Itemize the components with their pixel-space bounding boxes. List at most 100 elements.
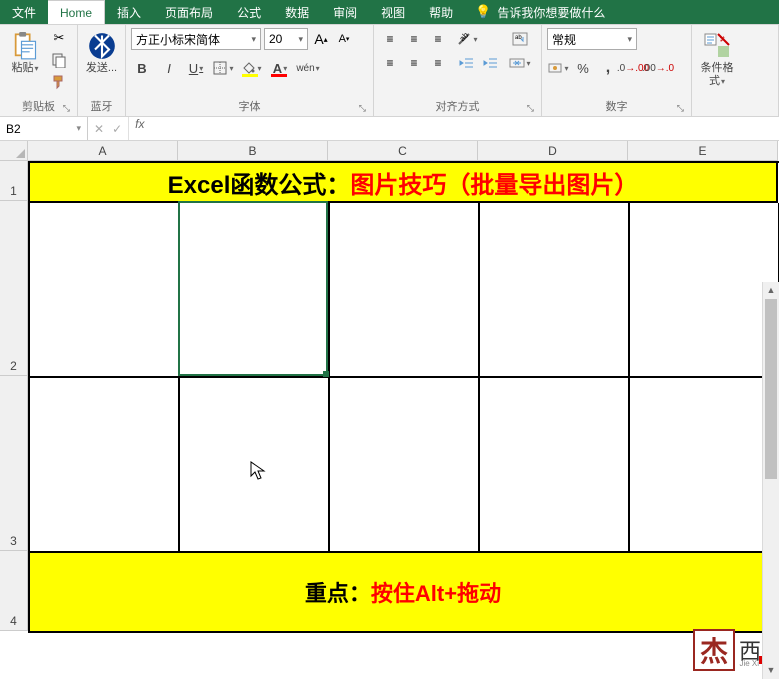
- row-header[interactable]: 2: [0, 201, 28, 376]
- tab-help[interactable]: 帮助: [417, 0, 465, 24]
- cell[interactable]: [480, 203, 630, 378]
- font-launcher[interactable]: ⤡: [359, 103, 366, 114]
- align-left-button[interactable]: ≡: [379, 52, 401, 74]
- cells-area[interactable]: Excel函数公式：图片技巧（批量导出图片） 重点：按住Alt+拖动: [28, 161, 779, 633]
- tab-review[interactable]: 审阅: [321, 0, 369, 24]
- select-all-corner[interactable]: [0, 141, 28, 161]
- cell[interactable]: [180, 378, 330, 553]
- percent-button[interactable]: %: [572, 57, 594, 79]
- scissors-icon: ✂: [54, 30, 65, 46]
- wrap-text-button[interactable]: ab: [509, 28, 531, 50]
- scroll-down-button[interactable]: ▼: [763, 662, 779, 679]
- vertical-scrollbar[interactable]: ▲ ▼: [762, 282, 779, 679]
- title-cell[interactable]: Excel函数公式：图片技巧（批量导出图片）: [28, 163, 778, 203]
- align-right-button[interactable]: ≡: [427, 52, 449, 74]
- ribbon: 粘贴 ✂ 剪贴板⤡ 发送... 蓝牙: [0, 25, 779, 117]
- cut-button[interactable]: ✂: [48, 28, 70, 48]
- number-format-select[interactable]: 常规▾: [547, 28, 637, 50]
- increase-decimal-button[interactable]: .0→.00: [622, 57, 644, 79]
- currency-button[interactable]: [547, 57, 569, 79]
- conditional-format-icon: ≠: [703, 30, 731, 62]
- format-painter-button[interactable]: [48, 72, 70, 92]
- font-name-select[interactable]: 方正小标宋简体▾: [131, 28, 261, 50]
- phonetic-button[interactable]: wén: [297, 57, 319, 79]
- tab-home[interactable]: Home: [48, 0, 105, 24]
- tab-layout[interactable]: 页面布局: [153, 0, 225, 24]
- decrease-font-button[interactable]: A▾: [334, 28, 354, 50]
- comma-button[interactable]: ,: [597, 57, 619, 79]
- border-button[interactable]: [212, 57, 234, 79]
- fx-button[interactable]: fx: [129, 117, 150, 140]
- bold-button[interactable]: B: [131, 57, 153, 79]
- currency-icon: [547, 60, 563, 76]
- tell-me-search[interactable]: 💡 告诉我你想要做什么: [465, 0, 779, 24]
- scroll-thumb[interactable]: [765, 299, 777, 479]
- row-header[interactable]: 3: [0, 376, 28, 551]
- watermark-sub: Jie Xi: [739, 659, 759, 668]
- fill-color-button[interactable]: [239, 57, 263, 79]
- group-font: 方正小标宋简体▾ 20▾ A▴ A▾ B I U: [126, 25, 374, 116]
- chevron-down-icon: ▾: [251, 34, 256, 45]
- chevron-down-icon: ▾: [627, 34, 632, 45]
- column-header[interactable]: B: [178, 141, 328, 161]
- row-header[interactable]: 1: [0, 161, 28, 201]
- clipboard-launcher[interactable]: ⤡: [63, 103, 70, 114]
- tab-data[interactable]: 数据: [273, 0, 321, 24]
- increase-font-button[interactable]: A▴: [311, 28, 331, 50]
- formula-bar: B2 ▾ ✕ ✓ fx: [0, 117, 779, 141]
- tab-file[interactable]: 文件: [0, 0, 48, 24]
- align-center-button[interactable]: ≡: [403, 52, 425, 74]
- column-header[interactable]: A: [28, 141, 178, 161]
- bluetooth-label: 蓝牙: [83, 96, 120, 116]
- cell[interactable]: [330, 378, 480, 553]
- underline-button[interactable]: U: [185, 57, 207, 79]
- bluetooth-send-button[interactable]: 发送...: [83, 28, 120, 77]
- cell[interactable]: [480, 378, 630, 553]
- align-top-button[interactable]: ≡: [379, 28, 401, 50]
- merge-button[interactable]: [509, 52, 531, 74]
- column-header[interactable]: C: [328, 141, 478, 161]
- italic-button[interactable]: I: [158, 57, 180, 79]
- cell[interactable]: [330, 203, 480, 378]
- number-launcher[interactable]: ⤡: [677, 103, 684, 114]
- cell[interactable]: [30, 203, 180, 378]
- align-bottom-button[interactable]: ≡: [427, 28, 449, 50]
- conditional-format-button[interactable]: ≠ 条件格式: [697, 28, 737, 90]
- cell[interactable]: [630, 378, 779, 553]
- paste-button[interactable]: 粘贴: [5, 28, 45, 77]
- cell[interactable]: [30, 378, 180, 553]
- align-middle-button[interactable]: ≡: [403, 28, 425, 50]
- column-header[interactable]: E: [628, 141, 778, 161]
- formula-input[interactable]: [150, 117, 779, 140]
- column-header[interactable]: D: [478, 141, 628, 161]
- tab-insert[interactable]: 插入: [105, 0, 153, 24]
- group-bluetooth: 发送... 蓝牙: [78, 25, 126, 116]
- decrease-decimal-button[interactable]: .00→.0: [647, 57, 669, 79]
- orientation-button[interactable]: ab: [456, 28, 478, 50]
- column-headers: ABCDE: [28, 141, 778, 161]
- tab-view[interactable]: 视图: [369, 0, 417, 24]
- cancel-formula-button[interactable]: ✕: [94, 122, 104, 136]
- svg-text:≠: ≠: [720, 34, 725, 44]
- increase-indent-button[interactable]: [480, 52, 502, 74]
- chevron-down-icon: ▾: [76, 123, 81, 134]
- cell[interactable]: [630, 203, 779, 378]
- font-size-select[interactable]: 20▾: [264, 28, 308, 50]
- decrease-indent-button[interactable]: [456, 52, 478, 74]
- alignment-label: 对齐方式⤡: [379, 96, 536, 116]
- name-box[interactable]: B2 ▾: [0, 117, 88, 140]
- clipboard-label: 剪贴板⤡: [5, 96, 72, 116]
- alignment-launcher[interactable]: ⤡: [527, 103, 534, 114]
- copy-icon: [51, 52, 67, 68]
- copy-button[interactable]: [48, 50, 70, 70]
- tab-formulas[interactable]: 公式: [225, 0, 273, 24]
- scroll-up-button[interactable]: ▲: [763, 282, 779, 299]
- enter-formula-button[interactable]: ✓: [112, 122, 122, 136]
- row-header[interactable]: 4: [0, 551, 28, 631]
- cell[interactable]: [180, 203, 330, 378]
- note-cell[interactable]: 重点：按住Alt+拖动: [28, 553, 778, 633]
- group-clipboard: 粘贴 ✂ 剪贴板⤡: [0, 25, 78, 116]
- font-color-button[interactable]: A: [268, 57, 292, 79]
- paste-icon: [11, 30, 39, 62]
- orientation-icon: ab: [456, 31, 472, 47]
